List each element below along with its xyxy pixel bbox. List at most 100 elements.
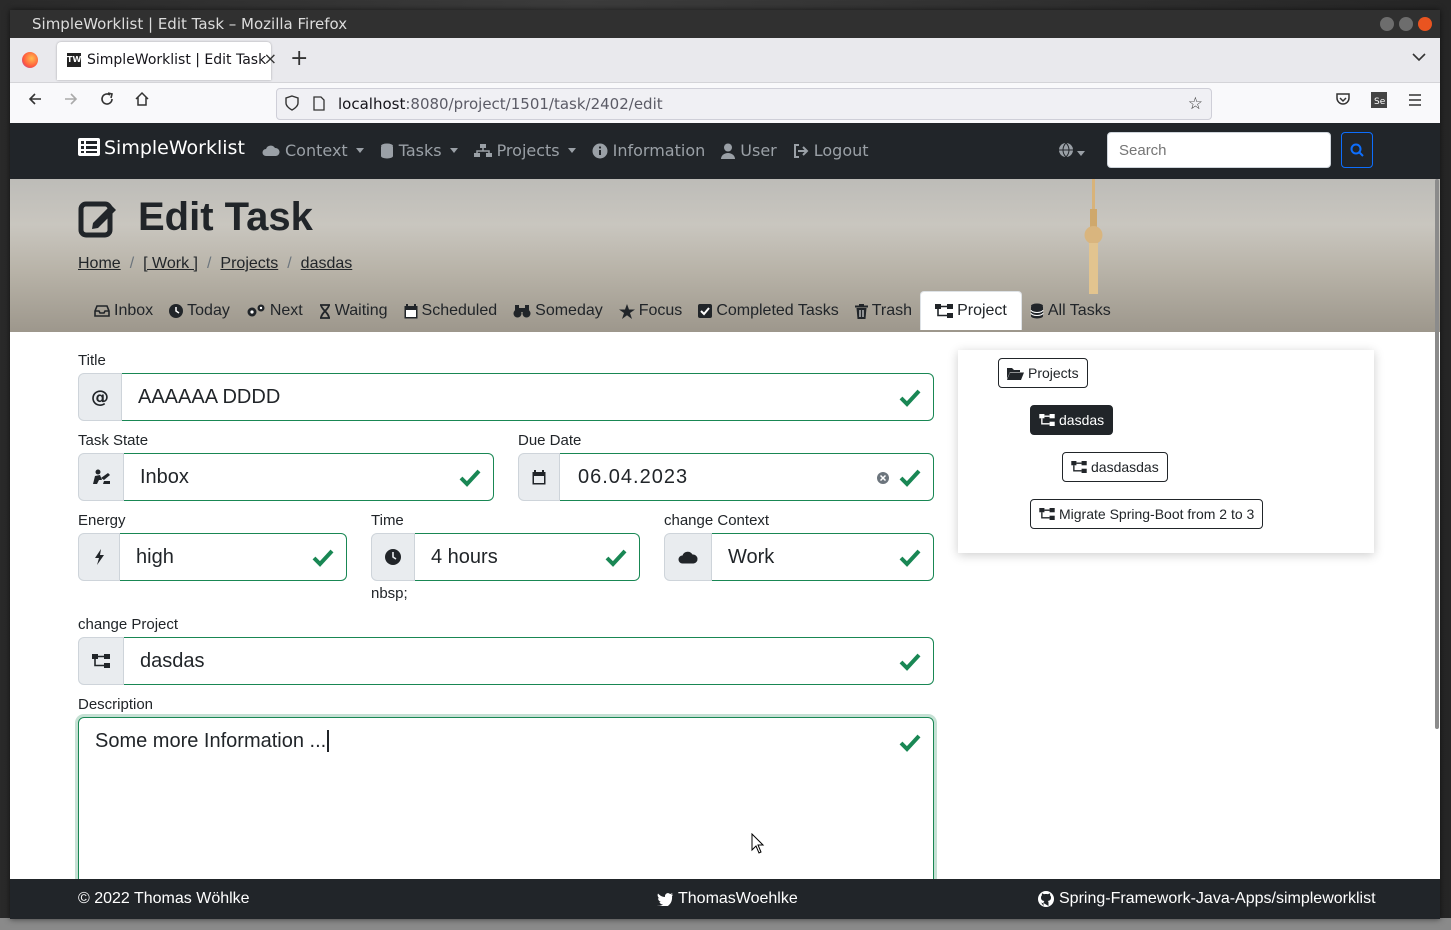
nav-projects[interactable]: Projects [473,141,576,160]
page-scrollbar[interactable] [1435,179,1439,729]
breadcrumb-projects[interactable]: Projects [220,255,278,272]
tree-node-migrate[interactable]: Migrate Spring-Boot from 2 to 3 [1030,499,1264,529]
home-icon[interactable] [129,91,155,112]
footer: © 2022 Thomas Wöhlke ThomasWoehlke Sprin… [10,879,1440,919]
context-select[interactable]: Work [712,533,934,581]
browser-tab[interactable]: TW SimpleWorklist | Edit Task × [57,42,277,80]
tab-project[interactable]: Project [920,291,1022,330]
tab-scheduled[interactable]: Scheduled [396,291,506,330]
nav-logout-label: Logout [813,141,869,160]
menu-icon[interactable] [1402,91,1428,112]
chevron-down-icon [449,148,458,153]
sitemap-icon [935,304,954,318]
due-date-input[interactable]: 06.04.2023 [560,453,934,501]
nav-tasks[interactable]: Tasks [380,141,458,160]
language-dropdown[interactable] [1058,140,1085,161]
minimize-button[interactable] [1380,17,1394,31]
tab-focus[interactable]: Focus [611,291,691,330]
window-titlebar: SimpleWorklist | Edit Task – Mozilla Fir… [10,10,1440,38]
search-button[interactable] [1341,132,1373,168]
url-text[interactable]: localhost:8080/project/1501/task/2402/ed… [338,95,663,113]
calendar-icon [404,303,418,318]
page-info-icon[interactable] [313,96,325,115]
context-label: change Context [664,512,770,529]
breadcrumb-home[interactable]: Home [78,255,121,272]
nav-information[interactable]: Information [592,141,705,160]
maximize-button[interactable] [1399,17,1413,31]
tab-today[interactable]: Today [161,291,238,330]
database-icon [1030,303,1044,319]
tree-node-dasdas[interactable]: dasdas [1030,405,1114,435]
binoculars-icon [513,305,531,318]
footer-github-link[interactable]: Spring-Framework-Java-Apps/simpleworklis… [1038,890,1376,908]
task-tabs: Inbox Today Next Waiting Scheduled Somed… [86,291,1119,330]
breadcrumb-context[interactable]: [ Work ] [143,255,198,272]
folder-open-icon [1007,367,1024,380]
tab-completed-tasks[interactable]: Completed Tasks [690,291,846,330]
time-select[interactable]: 4 hours [415,533,640,581]
project-label: change Project [78,616,179,633]
extension-icon[interactable]: Se [1366,91,1392,114]
shield-icon[interactable] [285,95,299,115]
reload-icon[interactable] [94,91,120,112]
nav-context[interactable]: Context [262,141,364,160]
browser-toolbar: localhost:8080/project/1501/task/2402/ed… [10,83,1440,126]
title-input[interactable]: AAAAAA DDDD [122,373,934,421]
clock-icon [371,533,415,581]
close-tab-icon[interactable]: × [264,49,277,68]
check-icon [899,469,921,487]
energy-label: Energy [78,512,126,529]
edit-icon [78,201,116,237]
bookmark-star-icon[interactable]: ☆ [1188,94,1203,114]
pocket-icon[interactable] [1330,91,1356,112]
clock-icon [169,304,184,318]
nav-logout[interactable]: Logout [793,141,869,160]
check-square-icon [698,304,713,318]
tab-waiting[interactable]: Waiting [311,291,396,330]
footer-twitter-link[interactable]: ThomasWoehlke [657,890,798,908]
url-bar[interactable]: localhost:8080/project/1501/task/2402/ed… [276,88,1212,120]
tree-node-dasdasdas[interactable]: dasdasdas [1062,452,1168,482]
tab-title: SimpleWorklist | Edit Task [87,52,267,68]
project-select[interactable]: dasdas [124,637,934,685]
calendar-icon [518,453,560,501]
clear-date-icon[interactable] [877,472,889,484]
brand[interactable]: SimpleWorklist [78,137,245,159]
sitemap-icon [1039,508,1055,520]
app-navbar: SimpleWorklist Context Tasks Projects In… [10,123,1440,179]
task-state-select[interactable]: Inbox [124,453,494,501]
tab-all-tasks[interactable]: All Tasks [1022,291,1119,330]
breadcrumb-project[interactable]: dasdas [301,255,353,272]
stray-text: nbsp; [371,585,408,602]
new-tab-button[interactable]: + [290,46,308,71]
check-icon [459,469,481,487]
tree-root-projects[interactable]: Projects [998,358,1088,388]
tab-next[interactable]: Next [238,291,311,330]
sitemap-icon [1071,461,1087,473]
nav-user[interactable]: User [721,141,777,160]
tab-inbox[interactable]: Inbox [86,291,161,330]
description-label: Description [78,696,154,713]
page-title-wrap: Edit Task [78,195,313,240]
title-field: @ AAAAAA DDDD [78,373,934,421]
tab-someday[interactable]: Someday [505,291,611,330]
search-input[interactable] [1107,132,1331,168]
window-title: SimpleWorklist | Edit Task – Mozilla Fir… [32,15,348,33]
text-caret [327,730,330,752]
bolt-icon [78,533,120,581]
search-icon [1350,143,1364,157]
hourglass-icon [319,303,330,319]
list-tabs-icon[interactable] [1412,50,1426,66]
forward-icon[interactable] [58,91,84,112]
tab-trash[interactable]: Trash [847,291,920,330]
edit-task-form: Title @ AAAAAA DDDD Task State Inbox Due… [10,332,1440,919]
firefox-icon [22,52,38,68]
back-icon[interactable] [22,91,48,112]
person-digging-icon [78,453,124,501]
favicon-icon: TW [67,53,81,67]
close-window-button[interactable] [1418,17,1432,31]
info-icon [592,143,608,158]
page-header: Edit Task Home /[ Work ] / Projects / dasdas … [10,179,1440,332]
energy-select[interactable]: high [120,533,347,581]
project-field: dasdas [78,637,934,685]
